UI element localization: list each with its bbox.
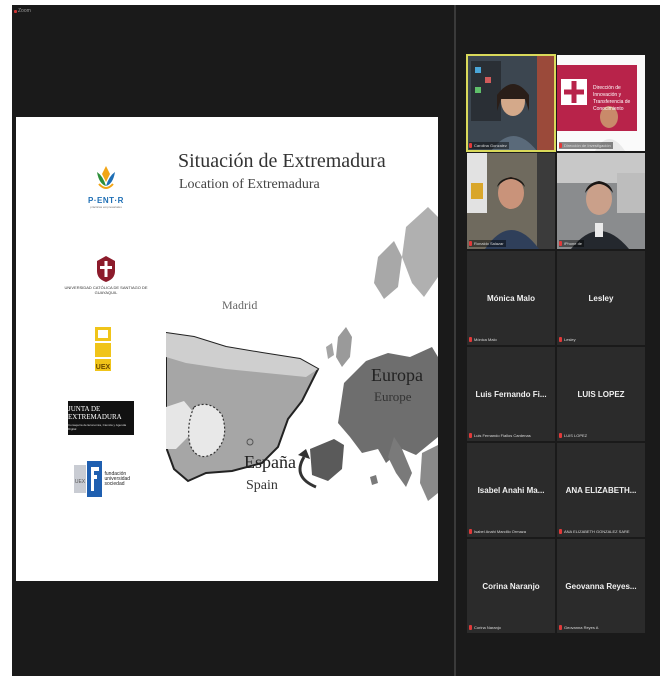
participant-name-label: Geovanna Reyes A	[559, 624, 598, 631]
participant-tile[interactable]: Dirección de Innovación y Transferencia …	[557, 55, 645, 151]
ucsc-name: UNIVERSIDAD CATÓLICA DE SANTIAGO DE GUAY…	[64, 285, 148, 295]
participant-name: ANA ELIZABETH...	[565, 486, 637, 496]
participant-name-label: Isabel Anahi Marcillo Ormaza	[469, 528, 526, 535]
participant-name: Lesley	[588, 294, 614, 304]
participant-tile[interactable]: iPhone de	[557, 153, 645, 249]
junta-extremadura-logo: JUNTA DE EXTREMADURA Consejería de Econo…	[68, 401, 134, 435]
window-title: Zoom	[18, 8, 31, 14]
participant-tile[interactable]: Luis Fernando Fi... Luis Fernando Fiallo…	[467, 347, 555, 441]
video-feed	[467, 55, 555, 151]
participant-name: Isabel Anahi Ma...	[477, 486, 545, 496]
participant-name-label: Ronaldo Salazar	[469, 240, 506, 247]
uex-emblem-icon: UEX	[95, 327, 111, 371]
video-feed	[467, 153, 555, 249]
fundacion-logo: UEX fundación universidad sociedad	[71, 459, 141, 499]
participant-name: Corina Naranjo	[482, 582, 540, 592]
muted-mic-icon	[469, 433, 472, 438]
participant-name-label: Mónica Malo	[469, 336, 497, 343]
junta-department: Consejería de Economía, Ciencia y Agenda…	[68, 423, 127, 431]
uex-text: UEX	[96, 364, 111, 371]
pentor-name: P·ENT·R	[88, 195, 124, 205]
participant-tile[interactable]: Carolina Gonzalez	[466, 54, 556, 152]
muted-mic-icon	[469, 241, 472, 246]
lotus-icon	[97, 165, 115, 189]
participant-tile[interactable]: Lesley Lesley	[557, 251, 645, 345]
participant-name-label: ANA ELIZABETH GONZALEZ SARE	[559, 528, 630, 535]
panel-divider[interactable]	[454, 5, 456, 676]
muted-mic-icon	[469, 529, 472, 534]
participant-name-label: Carolina Gonzalez	[469, 142, 509, 149]
slide-title: Situación de Extremadura	[178, 150, 386, 172]
participant-tile[interactable]: Corina Naranjo Corina Naranjo	[467, 539, 555, 633]
participant-name-label: Dirección de Investigación	[559, 142, 613, 149]
muted-mic-icon	[559, 337, 562, 342]
fundacion-emblem-icon: UEX	[73, 461, 102, 497]
muted-mic-icon	[469, 337, 472, 342]
fundacion-text: fundación universidad sociedad	[104, 470, 131, 487]
app-icon	[14, 10, 17, 13]
shared-slide-text: Dirección de Innovación y Transferencia …	[593, 85, 631, 112]
fundacion-badge: UEX	[74, 479, 85, 485]
label-madrid: Madrid	[222, 298, 258, 312]
participant-name-label: LUIS LOPEZ	[559, 432, 587, 439]
participant-name-label: iPhone de	[559, 240, 585, 247]
muted-mic-icon	[469, 143, 472, 148]
title-bar: Zoom	[12, 5, 452, 19]
video-feed	[557, 153, 645, 249]
label-europa: Europa	[371, 365, 423, 385]
muted-mic-icon	[559, 433, 562, 438]
participant-name-label: Luis Fernando Fiallos Cardenas	[469, 432, 531, 439]
participant-tile[interactable]: LUIS LOPEZ LUIS LOPEZ	[557, 347, 645, 441]
participant-name: Geovanna Reyes...	[565, 582, 637, 592]
participant-name-label: Corina Naranjo	[469, 624, 501, 631]
participant-tile[interactable]: Ronaldo Salazar	[467, 153, 555, 249]
participant-tile[interactable]: Isabel Anahi Ma... Isabel Anahi Marcillo…	[467, 443, 555, 537]
ucsc-logo: UNIVERSIDAD CATÓLICA DE SANTIAGO DE GUAY…	[58, 250, 154, 300]
uex-logo: UEX	[88, 323, 118, 375]
participant-name: LUIS LOPEZ	[577, 390, 625, 400]
muted-mic-icon	[559, 143, 562, 148]
europe-map	[166, 207, 438, 501]
muted-mic-icon	[559, 529, 562, 534]
label-espana: España	[244, 452, 296, 472]
participant-tile[interactable]: Mónica Malo Mónica Malo	[467, 251, 555, 345]
participant-name: Mónica Malo	[486, 294, 535, 304]
pentor-tagline: prácticas empresariales	[90, 204, 122, 209]
muted-mic-icon	[469, 625, 472, 630]
shared-screen: P·ENT·R prácticas empresariales UNIVERSI…	[16, 117, 438, 581]
university-crest-icon	[97, 256, 115, 282]
pentor-logo: P·ENT·R prácticas empresariales	[76, 155, 136, 217]
participant-tile[interactable]: ANA ELIZABETH... ANA ELIZABETH GONZALEZ …	[557, 443, 645, 537]
label-spain: Spain	[246, 478, 278, 493]
zoom-window: Zoom P·ENT·R prácticas empresariales UNI…	[12, 5, 660, 676]
muted-mic-icon	[559, 241, 562, 246]
junta-name: JUNTA DE EXTREMADURA	[68, 405, 122, 421]
muted-mic-icon	[559, 625, 562, 630]
participant-name: Luis Fernando Fi...	[475, 390, 547, 400]
participant-tile[interactable]: Geovanna Reyes... Geovanna Reyes A	[557, 539, 645, 633]
participant-name-label: Lesley	[559, 336, 576, 343]
label-europe: Europe	[374, 389, 412, 404]
